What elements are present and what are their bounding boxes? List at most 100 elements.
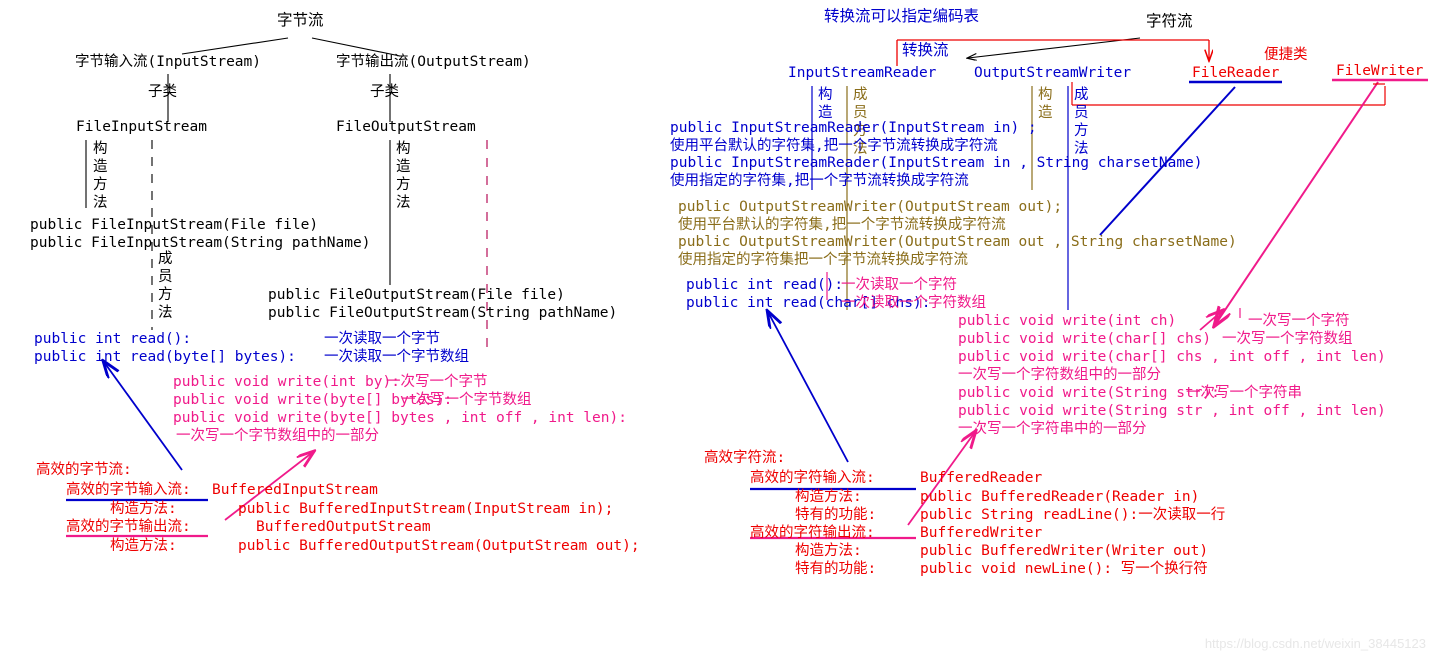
right-write-2-note: 一次写一个字符数组 <box>1222 331 1353 347</box>
left-output-node: 字节输出流(OutputStream) <box>336 54 531 70</box>
left-buffered-in-class: BufferedInputStream <box>212 482 378 498</box>
isr-member-vlabel-0: 成 <box>853 87 868 103</box>
left-buffered-in-label: 高效的字节输入流: <box>66 482 191 498</box>
left-buffered-in-ctor: public BufferedInputStream(InputStream i… <box>238 501 614 517</box>
left-write-3-note: 一次写一个字节数组中的一部分 <box>176 428 379 444</box>
osw-ctor-1-note: 使用平台默认的字符集,把一个字节流转换成字符流 <box>678 217 1006 233</box>
fis-member-vlabel-3: 法 <box>158 305 173 321</box>
file-reader-class: FileReader <box>1192 65 1280 81</box>
left-subclass-label-2: 子类 <box>370 84 399 100</box>
left-buffered-out-label: 高效的字节输出流: <box>66 519 191 535</box>
osw-member-vlabel-0: 成 <box>1074 87 1089 103</box>
convenience-label: 便捷类 <box>1264 47 1308 63</box>
filewriter-pink-line <box>1215 81 1379 325</box>
left-write-1: public void write(int by): <box>173 374 400 390</box>
left-subclass-label-1: 子类 <box>148 84 177 100</box>
left-read-2-sig: public int read(byte[] bytes): <box>34 349 296 365</box>
right-buffered-out-special-label: 特有的功能: <box>795 561 877 577</box>
right-blue-arrow <box>768 312 849 463</box>
right-red-rail <box>1071 82 1386 106</box>
left-buffered-out-ctor: public BufferedOutputStream(OutputStream… <box>238 538 640 554</box>
fis-ctor-vlabel-0: 构 <box>93 141 108 157</box>
isr-ctor-2: public InputStreamReader(InputStream in … <box>670 155 1203 171</box>
osw-ctor-2-note: 使用指定的字符集把一个字节流转换成字符流 <box>678 252 968 268</box>
left-read-2-note: 一次读取一个字节数组 <box>324 349 469 365</box>
right-buffered-in-special: public String readLine():一次读取一行 <box>920 507 1226 523</box>
right-buffered-out-label: 高效的字符输出流: <box>750 525 875 541</box>
right-buffered-in-class: BufferedReader <box>920 470 1043 486</box>
left-input-node: 字节输入流(InputStream) <box>75 54 261 70</box>
osw-member-vlabel-1: 员 <box>1074 105 1089 121</box>
fis-member-vlabel-2: 方 <box>158 287 173 303</box>
osw-ctor-vlabel-1: 造 <box>1038 105 1053 121</box>
fos-ctor-2: public FileOutputStream(String pathName) <box>268 305 618 321</box>
right-buffered-in-label: 高效的字符输入流: <box>750 470 875 486</box>
isr-member-vlabel-1: 员 <box>853 105 868 121</box>
left-buffered-in-ctor-label: 构造方法: <box>110 501 177 517</box>
fos-ctor-vlabel-3: 法 <box>396 195 411 211</box>
isr-ctor-vlabel-0: 构 <box>818 87 833 103</box>
left-write-1-note: 一次写一个字节 <box>386 374 488 390</box>
fis-member-vlabel-0: 成 <box>158 251 173 267</box>
right-root-label: 字符流 <box>1146 12 1193 30</box>
right-write-3-note: 一次写一个字符数组中的一部分 <box>958 367 1161 383</box>
isr-ctor-1: public InputStreamReader(InputStream in)… <box>670 120 1037 136</box>
right-write-3: public void write(char[] chs , int off ,… <box>958 349 1386 365</box>
fos-ctor-vlabel-0: 构 <box>396 141 411 157</box>
fis-member-vlabel-1: 员 <box>158 269 173 285</box>
right-buffered-in-ctor-label: 构造方法: <box>795 489 862 505</box>
left-buffered-title: 高效的字节流: <box>36 462 132 478</box>
isr-ctor-2-note: 使用指定的字符集,把一个字节流转换成字符流 <box>670 173 969 189</box>
fis-ctor-vlabel-2: 方 <box>93 177 108 193</box>
left-blue-arrow <box>104 362 183 471</box>
right-write-2: public void write(char[] chs) <box>958 331 1212 347</box>
fos-ctor-1: public FileOutputStream(File file) <box>268 287 565 303</box>
left-tree-connectors <box>167 37 401 122</box>
watermark: https://blog.csdn.net/weixin_38445123 <box>1204 636 1426 651</box>
left-write-3: public void write(byte[] bytes , int off… <box>173 410 627 426</box>
left-file-input-class: FileInputStream <box>76 119 207 135</box>
isr-ctor-1-note: 使用平台默认的字符集,把一个字节流转换成字符流 <box>670 138 998 154</box>
fis-ctor-2: public FileInputStream(String pathName) <box>30 235 371 251</box>
right-write-4: public void write(String str): <box>958 385 1220 401</box>
right-buffered-out-class: BufferedWriter <box>920 525 1043 541</box>
left-buffered-out-class: BufferedOutputStream <box>256 519 431 535</box>
right-write-1-note: 一次写一个字符 <box>1248 313 1350 329</box>
osw-ctor-1: public OutputStreamWriter(OutputStream o… <box>678 199 1063 215</box>
left-write-2-note: 一次写一个字节数组 <box>401 392 532 408</box>
fis-ctor-vlabel-1: 造 <box>93 159 108 175</box>
write-small-pink-arrow <box>1199 308 1241 331</box>
left-buffered-out-ctor-label: 构造方法: <box>110 538 177 554</box>
fos-ctor-vlabel-1: 造 <box>396 159 411 175</box>
diagram-canvas: 字节流 字节输入流(InputStream) 字节输出流(OutputStrea… <box>0 0 1434 657</box>
right-note-encoding: 转换流可以指定编码表 <box>824 7 980 25</box>
osw-class: OutputStreamWriter <box>974 65 1132 81</box>
right-buffered-out-special: public void newLine(): 写一个换行符 <box>920 561 1208 577</box>
osw-ctor-2: public OutputStreamWriter(OutputStream o… <box>678 234 1237 250</box>
isr-ctor-vlabel-1: 造 <box>818 105 833 121</box>
right-root-connector <box>968 37 1141 58</box>
right-buffered-title: 高效字符流: <box>704 450 786 466</box>
fos-ctor-vlabel-2: 方 <box>396 177 411 193</box>
right-write-5-note: 一次写一个字符串中的一部分 <box>958 421 1147 437</box>
right-write-1: public void write(int ch) <box>958 313 1177 329</box>
isr-class: InputStreamReader <box>788 65 937 81</box>
left-read-1-sig: public int read(): <box>34 331 192 347</box>
left-root-label: 字节流 <box>277 11 324 29</box>
right-write-4-note: 一次写一个字符串 <box>1186 385 1302 401</box>
left-read-1-note: 一次读取一个字节 <box>324 331 440 347</box>
osw-member-vlabel-2: 方 <box>1074 123 1089 139</box>
fis-ctor-1: public FileInputStream(File file) <box>30 217 319 233</box>
right-read-1-sig: public int read(): <box>686 277 844 293</box>
file-writer-class: FileWriter <box>1336 63 1424 79</box>
right-buffered-out-ctor: public BufferedWriter(Writer out) <box>920 543 1209 559</box>
connector-layer <box>66 37 1428 540</box>
right-buffered-out-ctor-label: 构造方法: <box>795 543 862 559</box>
osw-ctor-vlabel-0: 构 <box>1038 87 1053 103</box>
right-read-1-note: 一次读取一个字符 <box>841 277 957 293</box>
convert-stream-label: 转换流 <box>902 41 949 59</box>
right-read-2-note: 一次读取一个字符数组 <box>841 295 986 311</box>
right-write-5: public void write(String str , int off ,… <box>958 403 1386 419</box>
right-buffered-in-special-label: 特有的功能: <box>795 507 877 523</box>
left-file-output-class: FileOutputStream <box>336 119 476 135</box>
